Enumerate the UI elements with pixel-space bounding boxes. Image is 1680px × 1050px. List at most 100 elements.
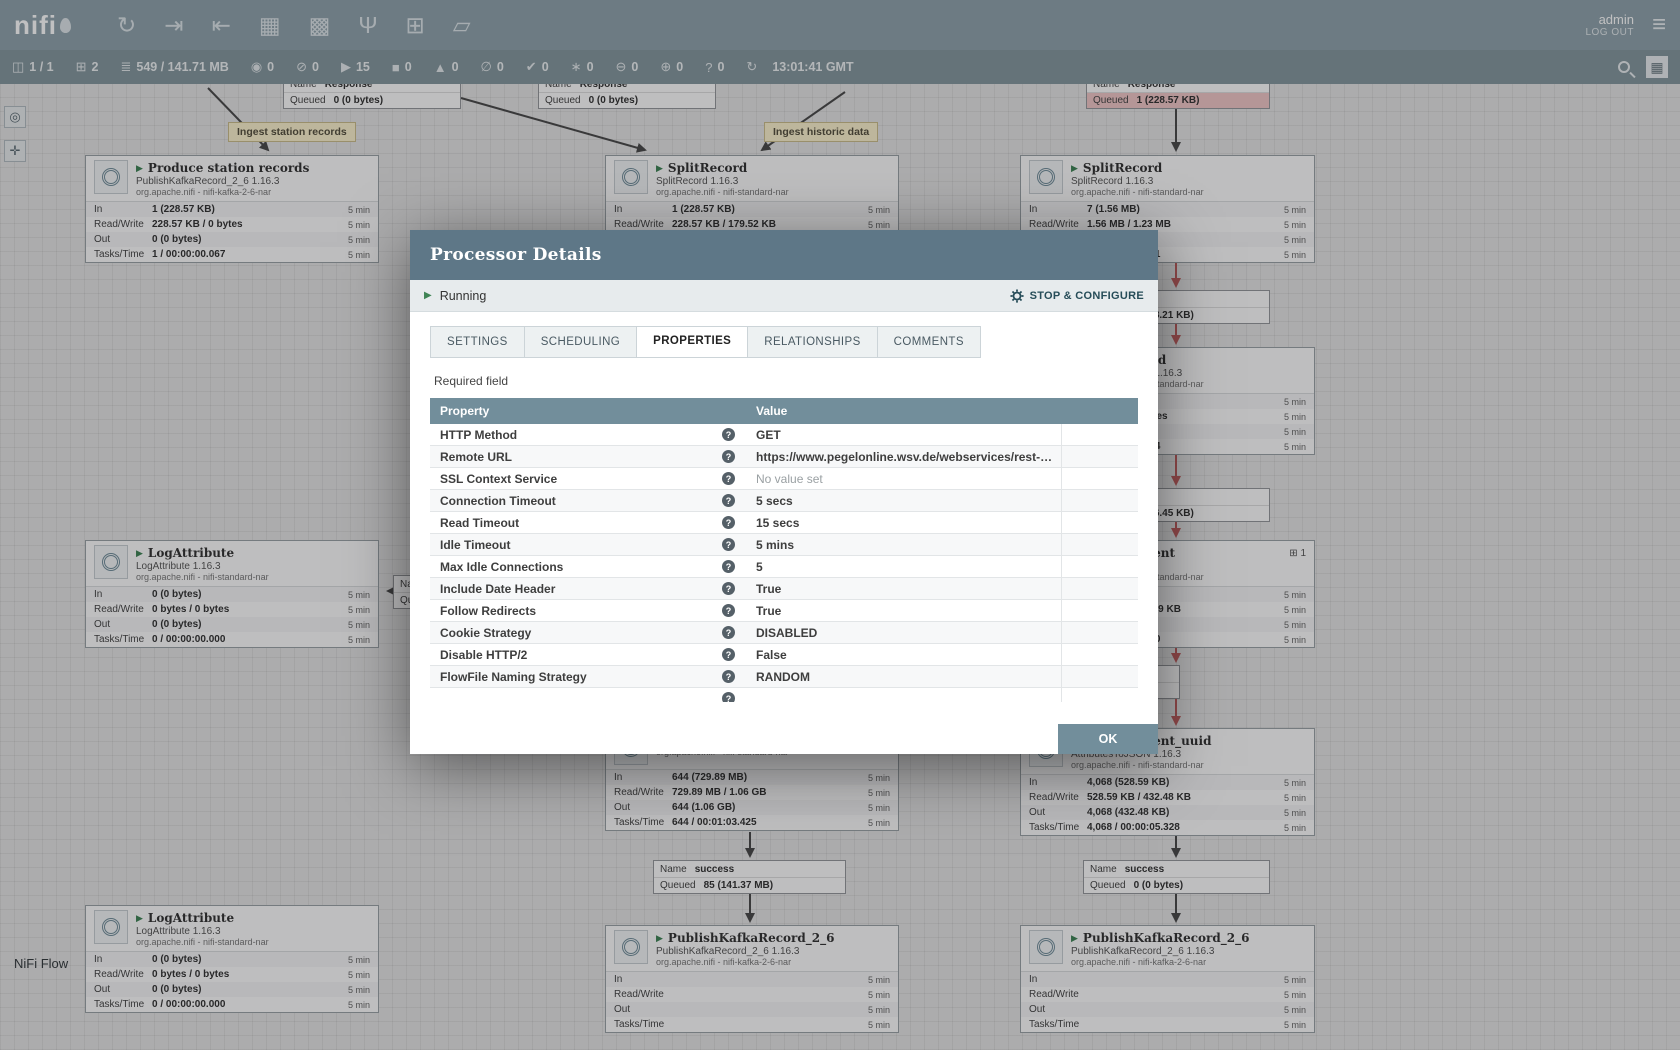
row-gutter <box>1061 622 1138 643</box>
property-row[interactable]: ? <box>430 688 1138 702</box>
stop-and-configure-button[interactable]: STOP & CONFIGURE <box>1010 289 1144 303</box>
help-icon[interactable]: ? <box>722 582 735 595</box>
row-gutter <box>1061 556 1138 577</box>
property-name-cell: Connection Timeout? <box>430 494 745 508</box>
property-value: RANDOM <box>756 670 810 684</box>
property-name: HTTP Method <box>440 428 722 442</box>
property-value-cell: False <box>745 644 1061 665</box>
required-field-note: Required field <box>434 374 1134 388</box>
row-gutter <box>1061 490 1138 511</box>
property-name-cell: FlowFile Naming Strategy? <box>430 670 745 684</box>
property-name-cell: HTTP Method? <box>430 428 745 442</box>
property-row[interactable]: Remote URL? https://www.pegelonline.wsv.d… <box>430 446 1138 468</box>
property-name: Idle Timeout <box>440 538 722 552</box>
tab-comments[interactable]: COMMENTS <box>878 326 981 358</box>
property-name: SSL Context Service <box>440 472 722 486</box>
property-value-cell: True <box>745 578 1061 599</box>
property-row[interactable]: Follow Redirects? True <box>430 600 1138 622</box>
help-icon[interactable]: ? <box>722 648 735 661</box>
help-icon[interactable]: ? <box>722 670 735 683</box>
property-name: Include Date Header <box>440 582 722 596</box>
gear-icon <box>1010 289 1024 303</box>
tab-scheduling[interactable]: SCHEDULING <box>525 326 637 358</box>
property-value: False <box>756 648 787 662</box>
property-column-header: Property <box>430 404 745 418</box>
help-icon[interactable]: ? <box>722 450 735 463</box>
tab-relationships[interactable]: RELATIONSHIPS <box>748 326 877 358</box>
property-row[interactable]: Read Timeout?15 secs <box>430 512 1138 534</box>
dialog-body: SETTINGSSCHEDULINGPROPERTIESRELATIONSHIP… <box>410 312 1158 754</box>
property-value-cell: No value set <box>745 468 1061 489</box>
property-value: No value set <box>756 472 823 486</box>
dialog-title: Processor Details <box>410 230 1158 280</box>
property-value: True <box>756 604 781 618</box>
property-name: Connection Timeout <box>440 494 722 508</box>
property-value-cell: 5 <box>745 556 1061 577</box>
property-row[interactable]: Max Idle Connections?5 <box>430 556 1138 578</box>
help-icon[interactable]: ? <box>722 472 735 485</box>
help-icon[interactable]: ? <box>722 494 735 507</box>
help-icon[interactable]: ? <box>722 560 735 573</box>
help-icon[interactable]: ? <box>722 428 735 441</box>
row-gutter <box>1061 578 1138 599</box>
property-value-cell: GET <box>745 424 1061 445</box>
property-name-cell: Read Timeout? <box>430 516 745 530</box>
property-name: Disable HTTP/2 <box>440 648 722 662</box>
property-row[interactable]: Connection Timeout? 5 secs <box>430 490 1138 512</box>
run-status-text: Running <box>440 289 487 303</box>
dialog-tabs: SETTINGSSCHEDULINGPROPERTIESRELATIONSHIP… <box>430 326 1138 358</box>
property-name-cell: Disable HTTP/2? <box>430 648 745 662</box>
tab-settings[interactable]: SETTINGS <box>430 326 525 358</box>
row-gutter <box>1061 666 1138 687</box>
property-value: 5 mins <box>756 538 794 552</box>
property-name-cell: SSL Context Service? <box>430 472 745 486</box>
property-name-cell: Cookie Strategy? <box>430 626 745 640</box>
property-name: Follow Redirects <box>440 604 722 618</box>
row-gutter <box>1061 688 1138 702</box>
property-row[interactable]: Disable HTTP/2? False <box>430 644 1138 666</box>
property-value: True <box>756 582 781 596</box>
property-name-cell: Idle Timeout? <box>430 538 745 552</box>
row-gutter <box>1061 600 1138 621</box>
property-value-cell <box>745 688 1061 702</box>
help-icon[interactable]: ? <box>722 516 735 529</box>
tab-properties[interactable]: PROPERTIES <box>637 326 748 358</box>
property-value-cell: DISABLED <box>745 622 1061 643</box>
property-value-cell: 5 mins <box>745 534 1061 555</box>
property-value: DISABLED <box>756 626 817 640</box>
property-name-cell: Remote URL? <box>430 450 745 464</box>
ok-button[interactable]: OK <box>1058 724 1158 754</box>
property-value: https://www.pegelonline.wsv.de/webservic… <box>756 450 1056 464</box>
property-row[interactable]: Cookie Strategy? DISABLED <box>430 622 1138 644</box>
property-row[interactable]: SSL Context Service? No value set <box>430 468 1138 490</box>
property-value-cell: 15 secs <box>745 512 1061 533</box>
property-name-cell: Max Idle Connections? <box>430 560 745 574</box>
property-name: Cookie Strategy <box>440 626 722 640</box>
help-icon[interactable]: ? <box>722 604 735 617</box>
property-name-cell: ? <box>430 692 745 702</box>
property-name-cell: Follow Redirects? <box>430 604 745 618</box>
property-row[interactable]: Include Date Header? True <box>430 578 1138 600</box>
stop-and-configure-label: STOP & CONFIGURE <box>1030 290 1144 302</box>
row-gutter <box>1061 644 1138 665</box>
row-gutter <box>1061 446 1138 467</box>
row-gutter <box>1061 424 1138 445</box>
property-value: GET <box>756 428 781 442</box>
run-status-icon: ▶ <box>424 290 432 301</box>
property-value-cell: 5 secs <box>745 490 1061 511</box>
property-table-body: HTTP Method? GET Remote URL? https://www.pe… <box>430 424 1138 702</box>
row-gutter <box>1061 512 1138 533</box>
help-icon[interactable]: ? <box>722 538 735 551</box>
property-name-cell: Include Date Header? <box>430 582 745 596</box>
property-value: 5 secs <box>756 494 793 508</box>
property-row[interactable]: Idle Timeout? 5 mins <box>430 534 1138 556</box>
processor-details-dialog: Processor Details ▶ Running STOP & CONFI… <box>410 230 1158 754</box>
property-name: FlowFile Naming Strategy <box>440 670 722 684</box>
property-row[interactable]: FlowFile Naming Strategy? RANDOM <box>430 666 1138 688</box>
help-icon[interactable]: ? <box>722 626 735 639</box>
property-value-cell: RANDOM <box>745 666 1061 687</box>
dialog-status-bar: ▶ Running STOP & CONFIGURE <box>410 280 1158 312</box>
property-row[interactable]: HTTP Method? GET <box>430 424 1138 446</box>
help-icon[interactable]: ? <box>722 692 735 702</box>
row-gutter <box>1061 468 1138 489</box>
